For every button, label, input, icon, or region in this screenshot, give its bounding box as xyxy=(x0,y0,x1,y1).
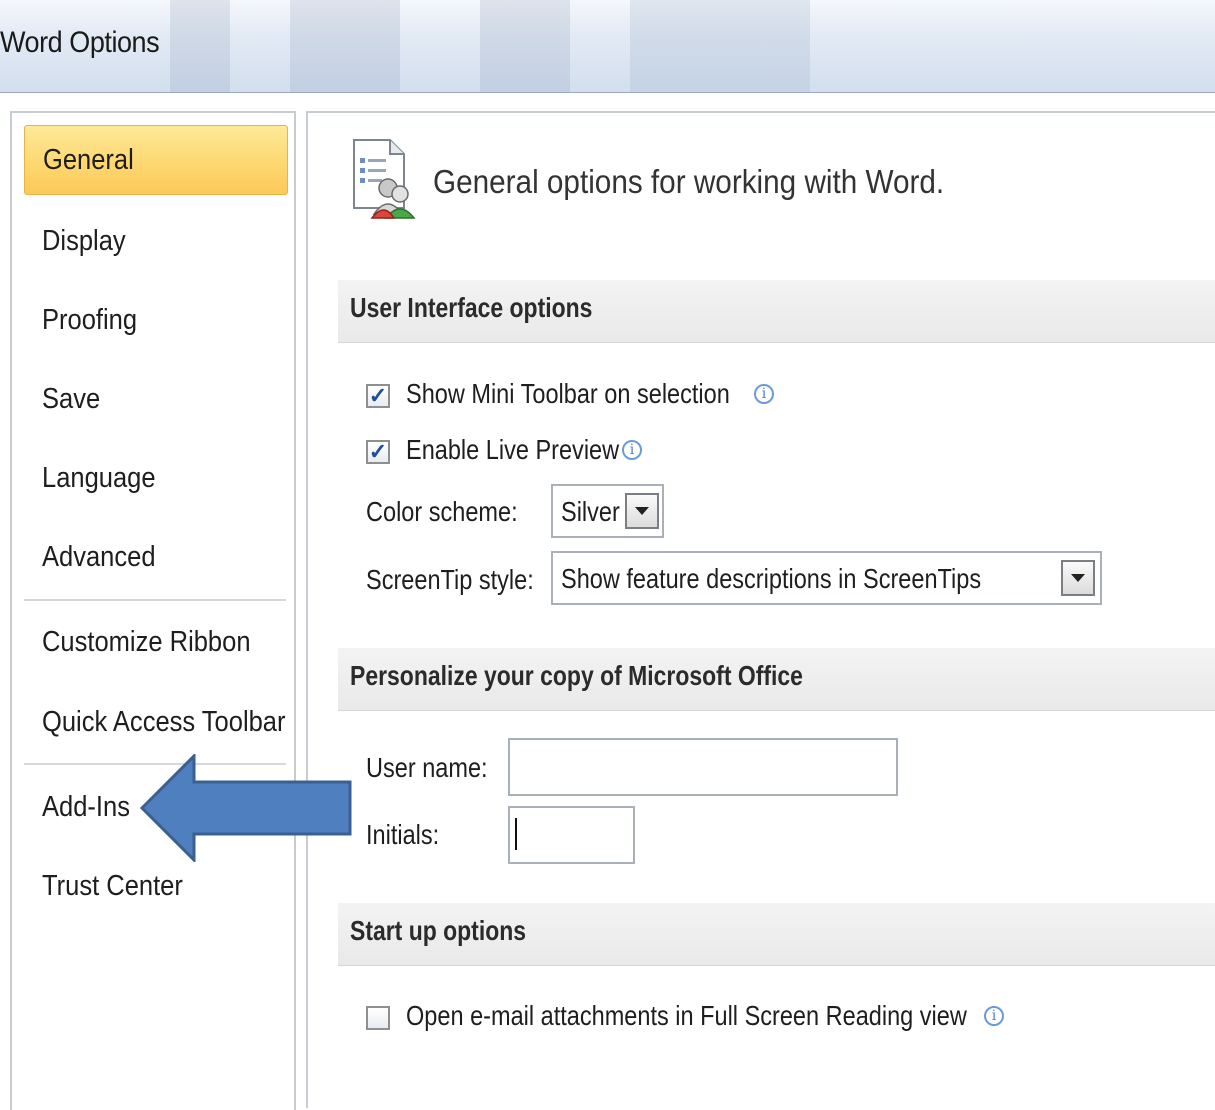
window-title: Word Options xyxy=(0,26,160,59)
title-bar-decoration xyxy=(290,0,400,92)
sidebar-item-advanced[interactable]: Advanced xyxy=(24,522,288,592)
annotation-arrow-icon xyxy=(140,754,352,862)
chevron-down-icon[interactable] xyxy=(625,493,659,529)
color-scheme-value: Silver xyxy=(561,496,620,527)
section-header-ui-options: User Interface options xyxy=(338,280,1215,343)
title-bar: Word Options xyxy=(0,0,1215,93)
screentip-style-select[interactable]: Show feature descriptions in ScreenTips xyxy=(551,551,1102,605)
sidebar-item-display[interactable]: Display xyxy=(24,206,288,276)
full-screen-reading-label: Open e-mail attachments in Full Screen R… xyxy=(406,1000,967,1031)
color-scheme-select[interactable]: Silver xyxy=(551,484,664,538)
info-icon[interactable]: i xyxy=(622,440,642,460)
user-name-label: User name: xyxy=(366,752,488,783)
title-bar-decoration xyxy=(170,0,230,92)
color-scheme-label: Color scheme: xyxy=(366,496,518,527)
sidebar-item-quick-access-toolbar[interactable]: Quick Access Toolbar xyxy=(24,687,288,757)
chevron-down-icon[interactable] xyxy=(1061,560,1095,596)
sidebar-item-proofing[interactable]: Proofing xyxy=(24,285,288,355)
live-preview-checkbox[interactable]: ✓ xyxy=(366,440,390,464)
info-icon[interactable]: i xyxy=(754,384,774,404)
check-icon: ✓ xyxy=(368,383,388,408)
title-bar-decoration xyxy=(480,0,570,92)
screentip-style-value: Show feature descriptions in ScreenTips xyxy=(561,563,982,594)
text-caret xyxy=(515,818,517,850)
live-preview-label: Enable Live Preview xyxy=(406,434,620,465)
mini-toolbar-label: Show Mini Toolbar on selection xyxy=(406,378,730,409)
title-bar-decoration xyxy=(630,0,810,92)
sidebar-item-customize-ribbon[interactable]: Customize Ribbon xyxy=(24,607,288,677)
user-name-input[interactable] xyxy=(508,738,898,796)
full-screen-reading-checkbox[interactable] xyxy=(366,1006,390,1030)
mini-toolbar-checkbox[interactable]: ✓ xyxy=(366,384,390,408)
initials-input[interactable] xyxy=(508,806,635,864)
sidebar-item-general[interactable]: General xyxy=(24,125,288,195)
sidebar-item-save[interactable]: Save xyxy=(24,364,288,434)
page-title: General options for working with Word. xyxy=(433,163,945,200)
options-sidebar: General Display Proofing Save Language A… xyxy=(10,111,296,1110)
section-header-personalize: Personalize your copy of Microsoft Offic… xyxy=(338,648,1215,711)
sidebar-item-language[interactable]: Language xyxy=(24,443,288,513)
initials-label: Initials: xyxy=(366,819,440,850)
info-icon[interactable]: i xyxy=(984,1006,1004,1026)
section-header-startup: Start up options xyxy=(338,903,1215,966)
screentip-style-label: ScreenTip style: xyxy=(366,564,534,595)
check-icon: ✓ xyxy=(368,439,388,464)
sidebar-divider xyxy=(24,599,286,601)
general-options-icon xyxy=(353,139,416,219)
